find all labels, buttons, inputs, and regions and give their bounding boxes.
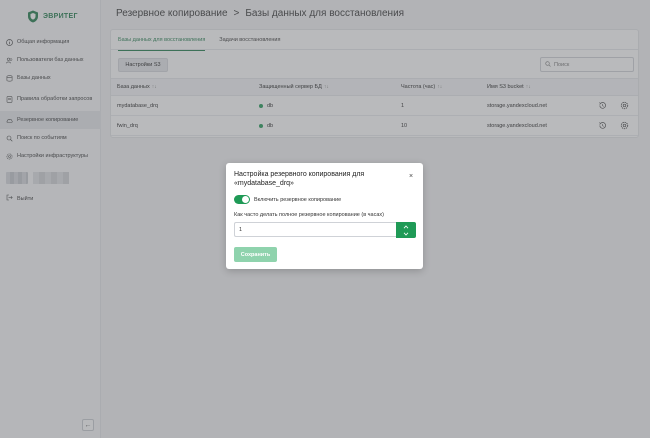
frequency-input[interactable]: 1 [234,222,396,237]
close-icon[interactable]: × [407,172,415,180]
toggle-label: Включить резервное копирование [254,196,342,203]
dialog-title: Настройка резервного копирования для «my… [234,171,365,187]
frequency-stepper[interactable] [396,222,416,238]
chevron-up-icon[interactable] [402,224,410,230]
save-button[interactable]: Сохранить [234,247,277,262]
enable-backup-toggle[interactable] [234,195,250,204]
enable-backup-row: Включить резервное копирование [234,195,341,204]
frequency-field-label: Как часто делать полное резервное копиро… [234,212,384,218]
chevron-down-icon[interactable] [402,231,410,237]
backup-settings-dialog: Настройка резервного копирования для «my… [226,163,423,269]
